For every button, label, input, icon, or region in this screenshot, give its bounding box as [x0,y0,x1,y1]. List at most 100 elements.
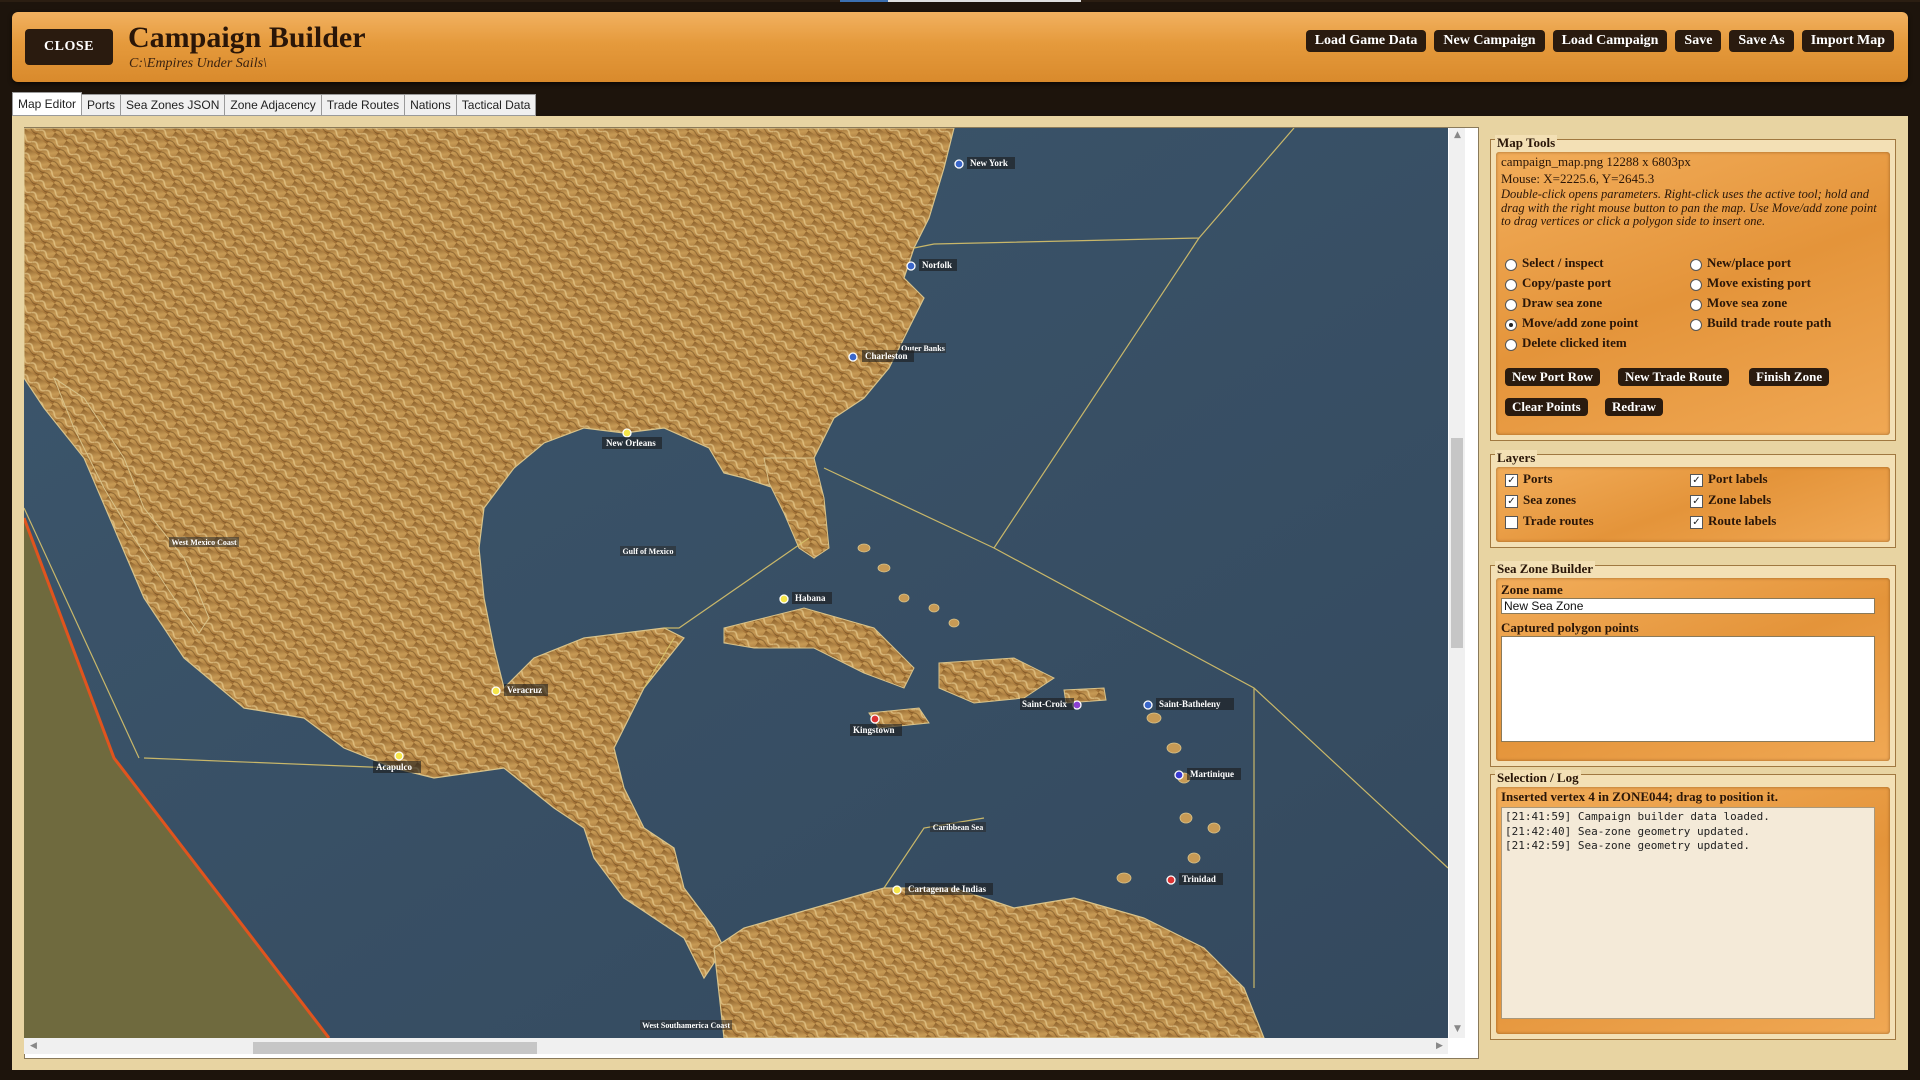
svg-text:Cartagena de Indias: Cartagena de Indias [908,884,987,894]
svg-text:Martinique: Martinique [1190,769,1234,779]
app-header: CLOSE Campaign Builder C:\Empires Under … [12,12,1908,82]
load-campaign-button[interactable]: Load Campaign [1552,30,1668,52]
redraw-button[interactable]: Redraw [1605,398,1664,416]
checkbox-trade-routes[interactable] [1505,516,1518,529]
scroll-left-icon[interactable]: ◀ [30,1041,37,1051]
scroll-up-icon[interactable]: ▲ [1454,130,1461,140]
zone-label-caribbean-sea: Caribbean Sea [930,822,986,832]
tool-select-inspect-label: Select / inspect [1522,255,1604,270]
selection-status-text: Inserted vertex 4 in ZONE044; drag to po… [1501,789,1778,804]
tool-draw-sea-zone-label: Draw sea zone [1522,295,1603,310]
tool-build-trade-route-path-label: Build trade route path [1707,315,1832,330]
zone-label-west-mexico-coast: West Mexico Coast [169,537,239,547]
map-tools-panel: Map Tools campaign_map.png 12288 x 6803p… [1490,135,1896,441]
svg-text:West Southamerica Coast: West Southamerica Coast [642,1021,730,1030]
close-button[interactable]: CLOSE [25,29,113,65]
radio-delete-clicked-item[interactable] [1505,339,1517,351]
radio-new-place-port[interactable] [1690,259,1702,271]
new-trade-route-button[interactable]: New Trade Route [1618,368,1730,386]
layer-route-labels-label: Route labels [1708,513,1777,528]
svg-text:Saint-Batheleny: Saint-Batheleny [1159,699,1221,709]
zone-name-label: Zone name [1501,582,1563,597]
captured-points-label: Captured polygon points [1501,620,1639,635]
map-vertical-scroll-thumb[interactable] [1451,438,1463,648]
tool-new-place-port-label: New/place port [1707,255,1792,270]
map-tools-title: Map Tools [1495,135,1558,151]
tool-move-add-zone-point-label: Move/add zone point [1522,315,1639,330]
scroll-right-icon[interactable]: ▶ [1436,1041,1443,1051]
checkbox-sea-zones[interactable]: ✓ [1505,495,1518,508]
radio-build-trade-route-path[interactable] [1690,319,1702,331]
checkbox-zone-labels[interactable]: ✓ [1690,495,1703,508]
map-file-info: campaign_map.png 12288 x 6803px [1501,154,1691,169]
map-canvas[interactable]: Outer Banks West Mexico Coast Gulf of Me… [24,128,1448,1038]
tab-sea-zones-json[interactable]: Sea Zones JSON [121,94,226,116]
log-entry: [21:42:59] Sea-zone geometry updated. [1505,839,1751,852]
svg-text:New York: New York [970,158,1008,168]
log-output[interactable]: [21:41:59] Campaign builder data loaded.… [1501,807,1875,1019]
checkbox-ports[interactable]: ✓ [1505,474,1518,487]
tool-move-existing-port-label: Move existing port [1707,275,1811,290]
layers-panel: Layers ✓ Ports ✓ Sea zones Trade routes … [1490,450,1896,548]
radio-move-sea-zone[interactable] [1690,299,1702,311]
mouse-coordinates: Mouse: X=2225.6, Y=2645.3 [1501,171,1655,186]
map-editor-workspace: Outer Banks West Mexico Coast Gulf of Me… [12,116,1908,1070]
map-horizontal-scrollbar[interactable] [24,1038,1448,1054]
tool-move-sea-zone-label: Move sea zone [1707,295,1788,310]
radio-copy-paste-port[interactable] [1505,279,1517,291]
scroll-down-icon[interactable]: ▼ [1454,1024,1461,1034]
save-button[interactable]: Save [1675,30,1722,52]
map-horizontal-scroll-thumb[interactable] [253,1042,537,1054]
layer-trade-routes-label: Trade routes [1523,513,1594,528]
sea-zone-builder-panel: Sea Zone Builder Zone name New Sea Zone … [1490,561,1896,767]
app-title: Campaign Builder [128,21,366,54]
port-saint-batheleny[interactable]: Saint-Batheleny [1143,698,1234,710]
svg-text:Charleston: Charleston [865,351,908,361]
svg-text:Gulf of Mexico: Gulf of Mexico [622,547,673,556]
clear-points-button[interactable]: Clear Points [1505,398,1588,416]
layer-zone-labels-label: Zone labels [1708,492,1772,507]
new-campaign-button[interactable]: New Campaign [1434,30,1545,52]
checkbox-route-labels[interactable]: ✓ [1690,516,1703,529]
svg-text:Norfolk: Norfolk [922,260,952,270]
layer-sea-zones-label: Sea zones [1523,492,1577,507]
radio-move-existing-port[interactable] [1690,279,1702,291]
finish-zone-button[interactable]: Finish Zone [1749,368,1830,386]
layers-title: Layers [1495,450,1538,466]
zone-name-input[interactable]: New Sea Zone [1501,598,1875,614]
captured-points-textarea[interactable] [1501,636,1875,742]
selection-log-title: Selection / Log [1495,770,1581,786]
tab-trade-routes[interactable]: Trade Routes [321,94,406,116]
port-cartagena-de-indias[interactable]: Cartagena de Indias [892,883,993,895]
svg-text:Acapulco: Acapulco [376,762,413,772]
radio-draw-sea-zone[interactable] [1505,299,1517,311]
tab-map-editor[interactable]: Map Editor [12,92,83,116]
svg-text:Veracruz: Veracruz [507,685,542,695]
new-port-row-button[interactable]: New Port Row [1505,368,1600,386]
sea-zone-builder-title: Sea Zone Builder [1495,561,1596,577]
checkbox-port-labels[interactable]: ✓ [1690,474,1703,487]
tab-bar: Map Editor Ports Sea Zones JSON Zone Adj… [12,92,537,116]
import-map-button[interactable]: Import Map [1801,30,1894,52]
svg-text:Trinidad: Trinidad [1182,874,1216,884]
selection-log-panel: Selection / Log Inserted vertex 4 in ZON… [1490,770,1896,1040]
window-top-edge [0,0,1920,2]
svg-text:West Mexico Coast: West Mexico Coast [171,538,237,547]
header-toolbar: Load Game Data New Campaign Load Campaig… [1305,30,1894,52]
svg-text:New Orleans: New Orleans [606,438,656,448]
tab-nations[interactable]: Nations [405,94,457,116]
svg-text:Caribbean Sea: Caribbean Sea [933,823,983,832]
radio-move-add-zone-point[interactable] [1505,319,1517,331]
radio-select-inspect[interactable] [1505,259,1517,271]
tab-tactical-data[interactable]: Tactical Data [456,94,537,116]
tool-delete-clicked-item-label: Delete clicked item [1522,335,1627,350]
tab-ports[interactable]: Ports [82,94,122,116]
port-saint-croix[interactable]: Saint-Croix [1020,698,1082,710]
save-as-button[interactable]: Save As [1729,30,1794,52]
zone-label-west-southamerica-coast: West Southamerica Coast [640,1020,732,1030]
log-entry: [21:41:59] Campaign builder data loaded. [1505,810,1770,823]
map-tools-help: Double-click opens parameters. Right-cli… [1501,187,1877,228]
tab-zone-adjacency[interactable]: Zone Adjacency [225,94,322,116]
svg-text:Kingstown: Kingstown [853,725,895,735]
load-game-data-button[interactable]: Load Game Data [1305,30,1427,52]
